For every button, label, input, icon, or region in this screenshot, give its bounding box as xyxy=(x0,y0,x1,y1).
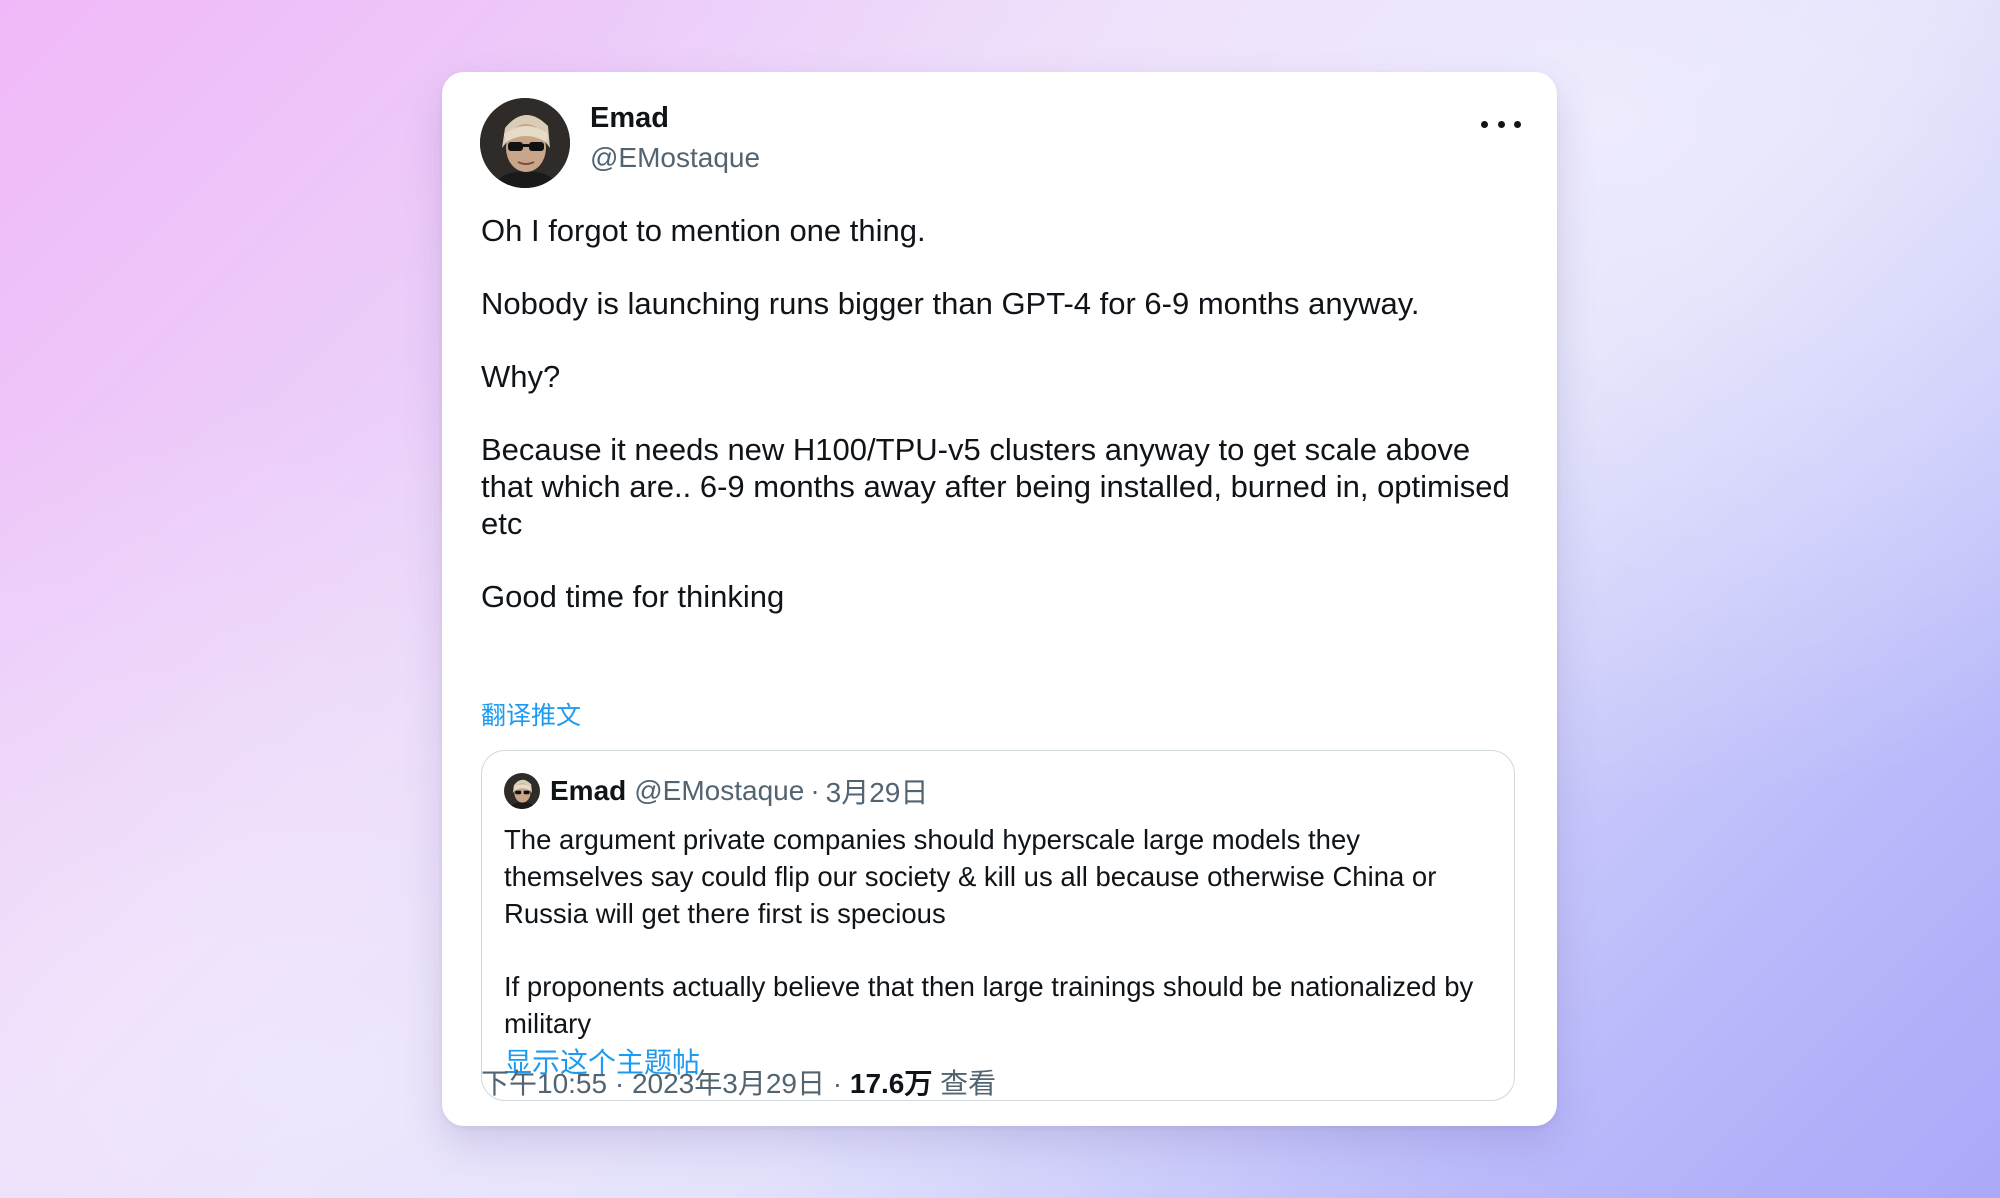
tweet-date[interactable]: 2023年3月29日 xyxy=(632,1068,825,1099)
more-horizontal-icon[interactable] xyxy=(1481,112,1521,136)
tweet-card: Emad @EMostaque Oh I forgot to mention o… xyxy=(442,72,1557,1126)
quoted-tweet-paragraph: If proponents actually believe that then… xyxy=(504,971,1474,1039)
tweet-meta: 下午10:55 · 2023年3月29日 · 17.6万 查看 xyxy=(481,1062,996,1102)
tweet-paragraph: Why? xyxy=(481,359,561,394)
tweet-paragraph: Because it needs new H100/TPU-v5 cluster… xyxy=(481,432,1510,541)
avatar-image xyxy=(480,98,570,188)
tweet-paragraph: Nobody is launching runs bigger than GPT… xyxy=(481,286,1420,321)
translate-tweet-link[interactable]: 翻译推文 xyxy=(481,696,581,732)
quoted-tweet-paragraph: The argument private companies should hy… xyxy=(504,824,1437,929)
quoted-tweet-header: Emad @EMostaque · 3月29日 xyxy=(504,771,928,811)
quoted-author-name: Emad xyxy=(550,775,627,806)
tweet-paragraph: Good time for thinking xyxy=(481,579,785,614)
views-count: 17.6万 xyxy=(849,1068,933,1099)
quoted-tweet-date: 3月29日 xyxy=(825,777,929,808)
author-name[interactable]: Emad xyxy=(590,102,669,135)
tweet-body: Oh I forgot to mention one thing. Nobody… xyxy=(481,212,1521,615)
separator-dot: · xyxy=(614,1068,625,1099)
author-handle[interactable]: @EMostaque xyxy=(590,142,760,174)
quoted-tweet-body: The argument private companies should hy… xyxy=(504,821,1494,1042)
views-label: 查看 xyxy=(940,1068,997,1099)
avatar-image xyxy=(504,773,540,809)
separator-dot: · xyxy=(832,1068,843,1099)
quoted-author-handle: @EMostaque xyxy=(634,775,805,806)
tweet-paragraph: Oh I forgot to mention one thing. xyxy=(481,213,926,248)
tweet-time[interactable]: 下午10:55 xyxy=(481,1068,607,1099)
separator-dot: · xyxy=(810,775,820,806)
author-avatar[interactable] xyxy=(480,98,570,188)
quoted-author-avatar xyxy=(504,773,540,809)
quoted-tweet[interactable]: Emad @EMostaque · 3月29日 The argument pri… xyxy=(481,750,1515,1101)
